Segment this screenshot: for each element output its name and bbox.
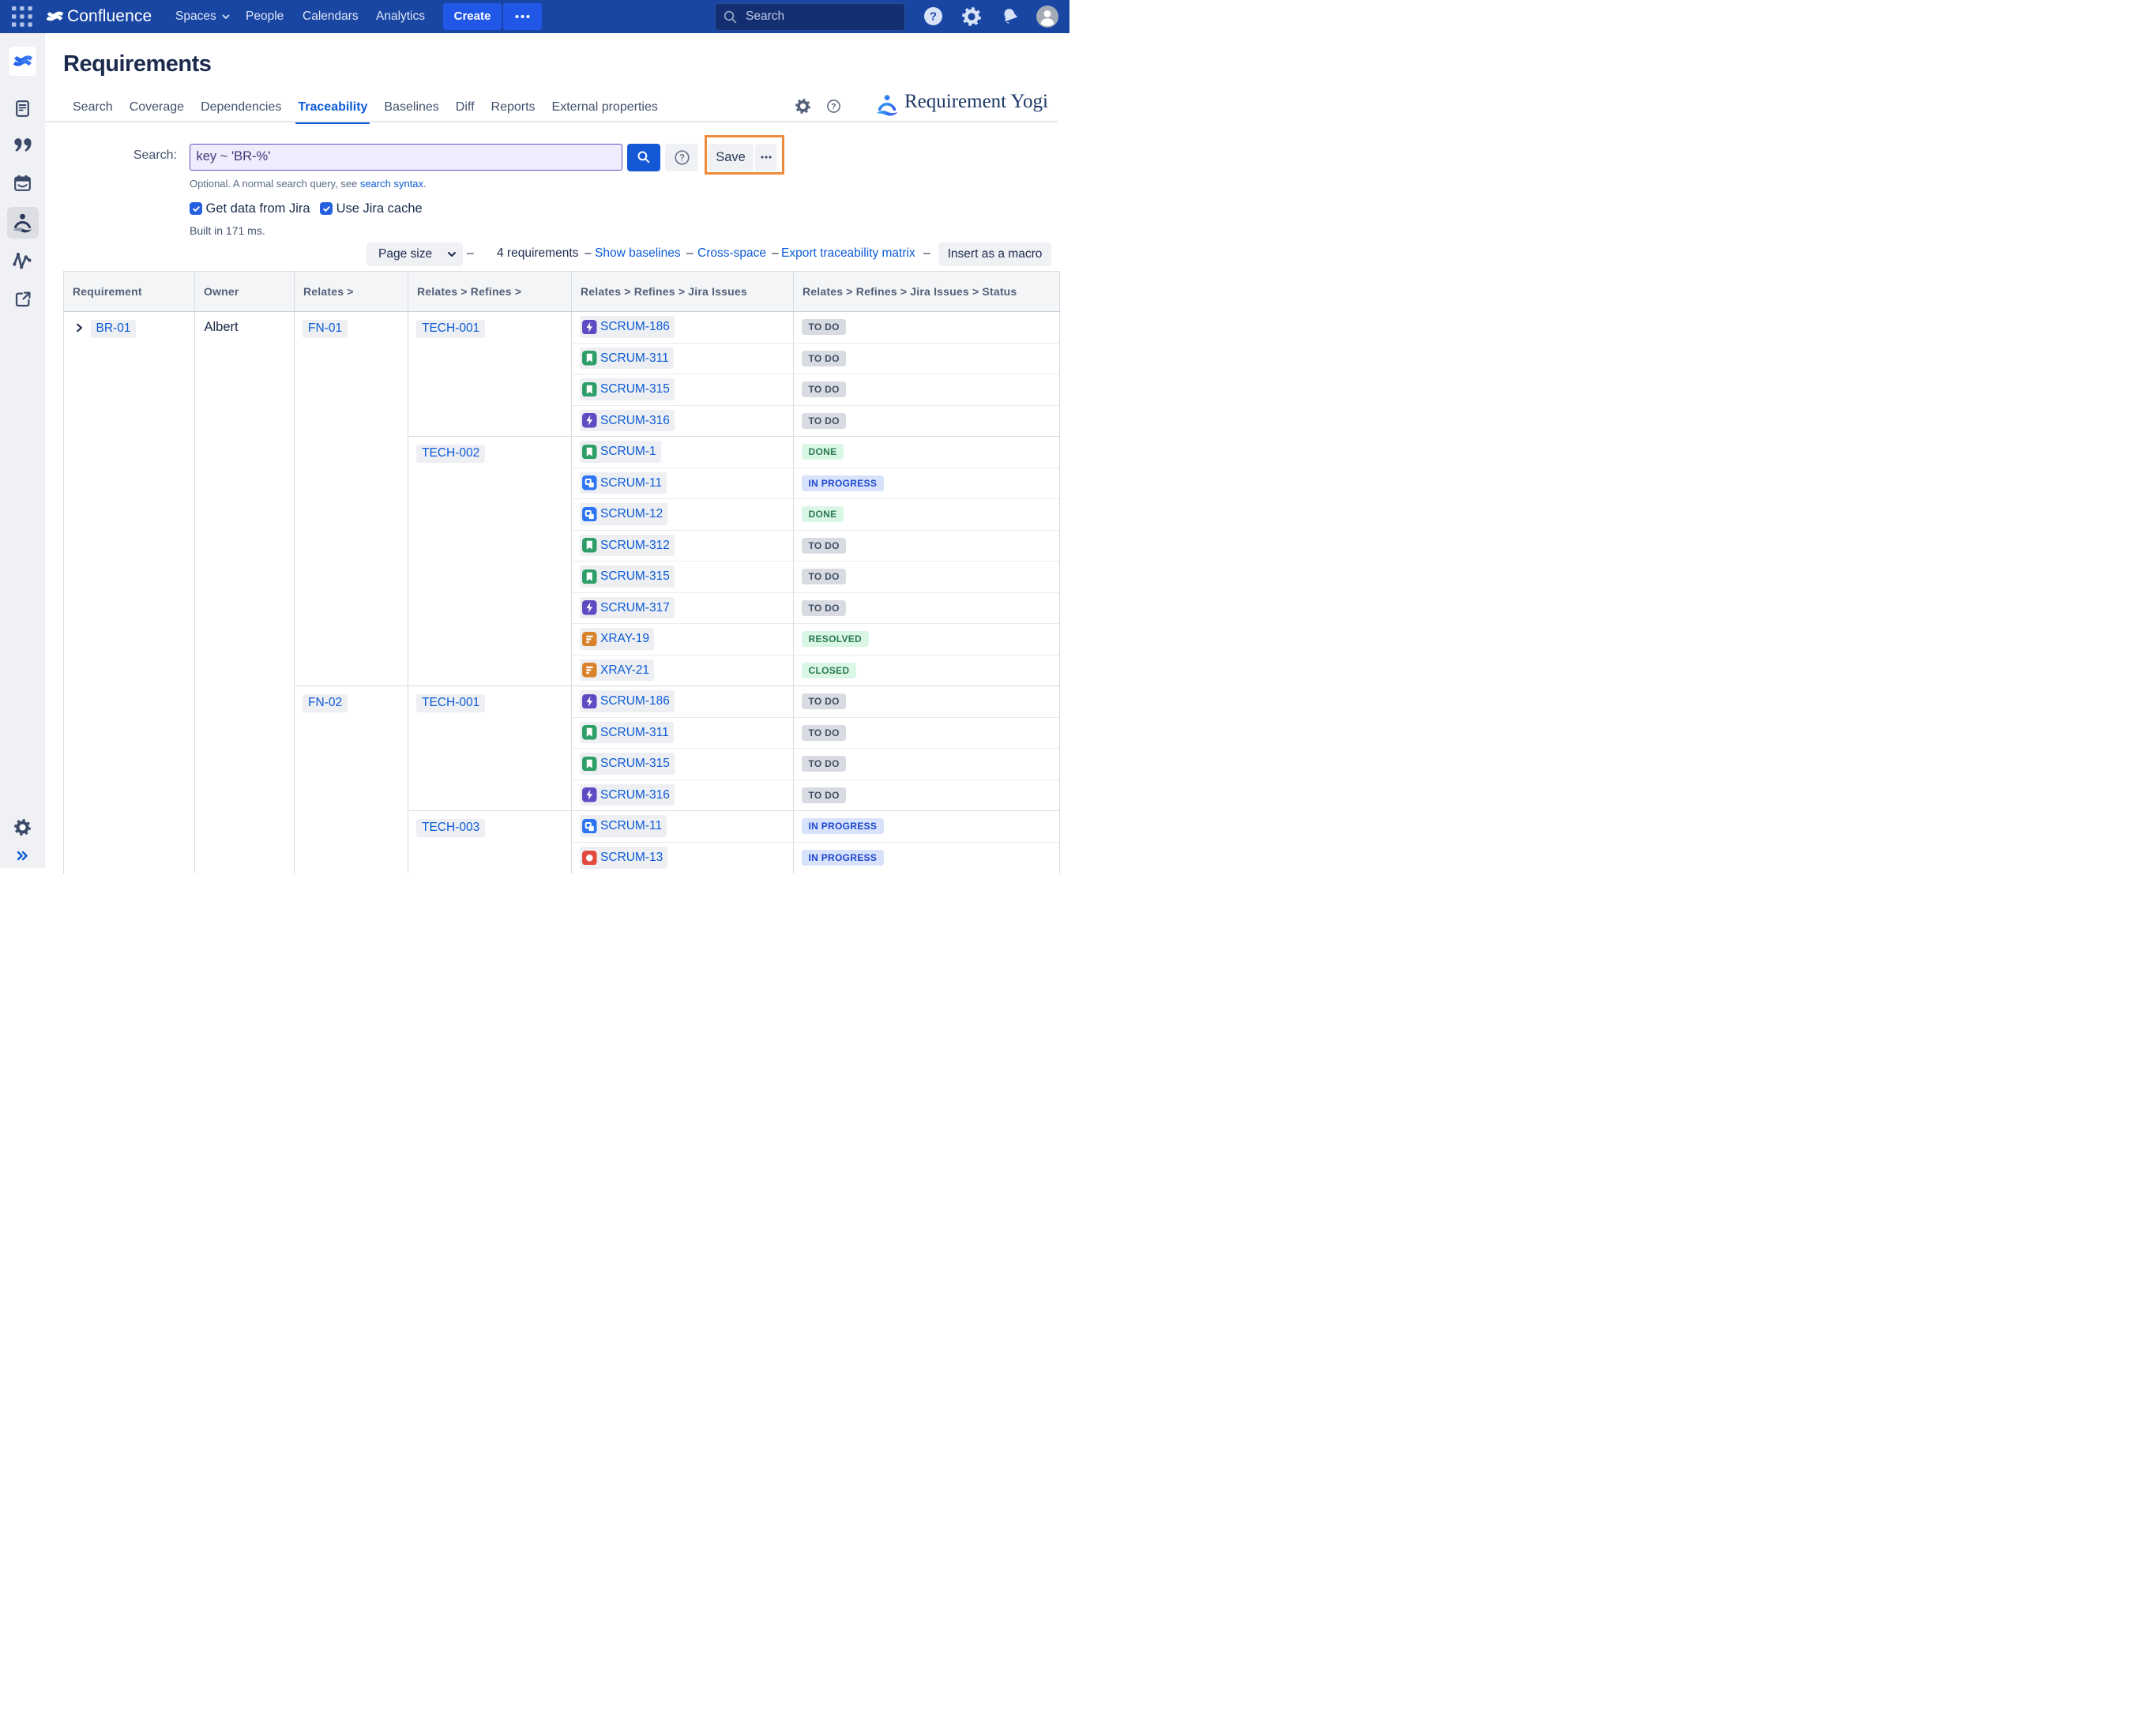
svg-text:?: ? [831, 102, 836, 111]
svg-text:?: ? [679, 153, 684, 163]
svg-text:?: ? [930, 10, 937, 24]
